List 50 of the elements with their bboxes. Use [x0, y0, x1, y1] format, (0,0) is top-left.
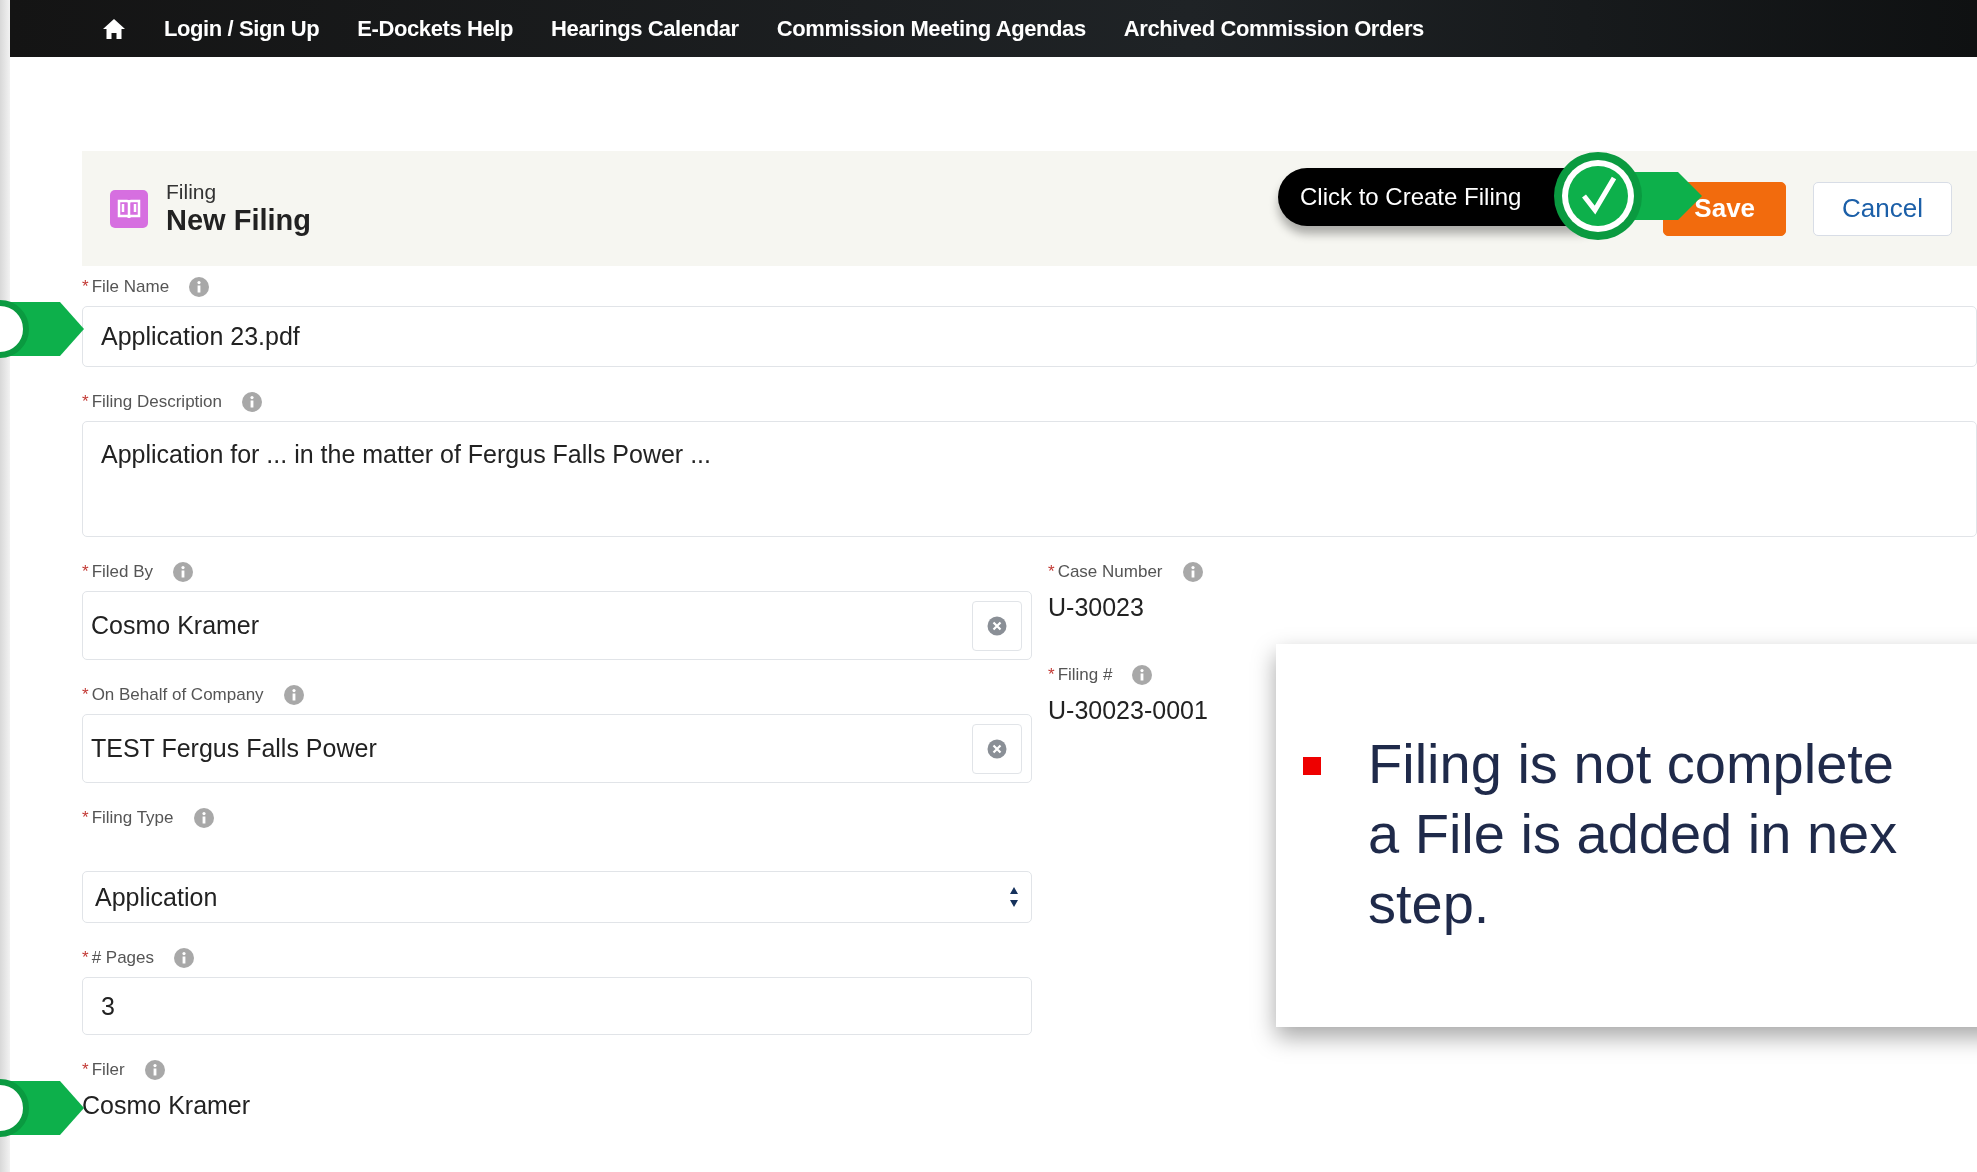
info-icon	[144, 1060, 165, 1080]
text-area[interactable]: Application for ... in the matter of Fergus Falls Power ...	[82, 421, 1977, 537]
field-label: * # Pages	[82, 948, 154, 968]
field-label: * Filing Description	[82, 392, 222, 412]
text-field[interactable]: Application 23.pdf	[82, 306, 1977, 367]
field-value: Cosmo Kramer	[82, 1091, 251, 1120]
info-icon	[193, 808, 214, 828]
clear-icon	[987, 738, 1007, 759]
filing-icon	[110, 189, 148, 228]
bullet-icon	[1303, 757, 1321, 775]
field-label: * Case Number	[1048, 562, 1163, 582]
field-label: * Filing Type	[82, 808, 174, 828]
field-label: * Filed By	[82, 562, 154, 582]
lookup-field[interactable]: Cosmo Kramer	[82, 591, 1032, 660]
info-icon	[1182, 562, 1203, 582]
info-icon	[173, 562, 194, 582]
nav-link[interactable]: Hearings Calendar	[551, 15, 739, 42]
object-type: Filing	[166, 180, 217, 204]
info-icon	[1132, 665, 1153, 685]
nav-link[interactable]: E-Dockets Help	[357, 15, 514, 42]
select-field[interactable]: Application	[82, 871, 1032, 923]
info-icon	[174, 948, 194, 968]
clear-button[interactable]	[972, 723, 1022, 774]
info-icon	[189, 277, 210, 297]
clear-icon	[987, 615, 1007, 636]
clear-button[interactable]	[972, 600, 1022, 651]
field-value: TEST Fergus Falls Power	[91, 734, 377, 763]
field-label: * On Behalf of Company	[82, 685, 264, 705]
cancel-button[interactable]: Cancel	[1813, 181, 1952, 236]
field-value: 3	[101, 991, 115, 1021]
field-label: * Filer	[82, 1060, 125, 1080]
lookup-field[interactable]: TEST Fergus Falls Power	[82, 714, 1032, 783]
nav-link[interactable]: Archived Commission Orders	[1123, 15, 1424, 42]
field-value: U-30023	[1048, 593, 1144, 622]
field-value: Application for ... in the matter of Fergus Falls Power ...	[101, 440, 711, 469]
sort-arrows-icon	[1009, 886, 1019, 908]
field-value: Application	[95, 882, 218, 912]
field-label: * File Name	[82, 277, 170, 297]
field-value: U-30023-0001	[1048, 696, 1208, 725]
field-value: Application 23.pdf	[101, 322, 300, 351]
text-field[interactable]: 3	[82, 977, 1032, 1035]
nav-link[interactable]: Login / Sign Up	[164, 15, 320, 42]
nav-link[interactable]: Commission Meeting Agendas	[776, 15, 1086, 42]
home-icon[interactable]	[102, 17, 126, 40]
page-title: New Filing	[166, 204, 311, 237]
info-icon	[283, 685, 304, 705]
field-value: Cosmo Kramer	[91, 611, 260, 640]
note-text: Filing is not complete a File is added in nex step.	[1368, 731, 1898, 937]
field-label: * Filing #	[1048, 665, 1113, 685]
info-icon	[242, 392, 262, 412]
